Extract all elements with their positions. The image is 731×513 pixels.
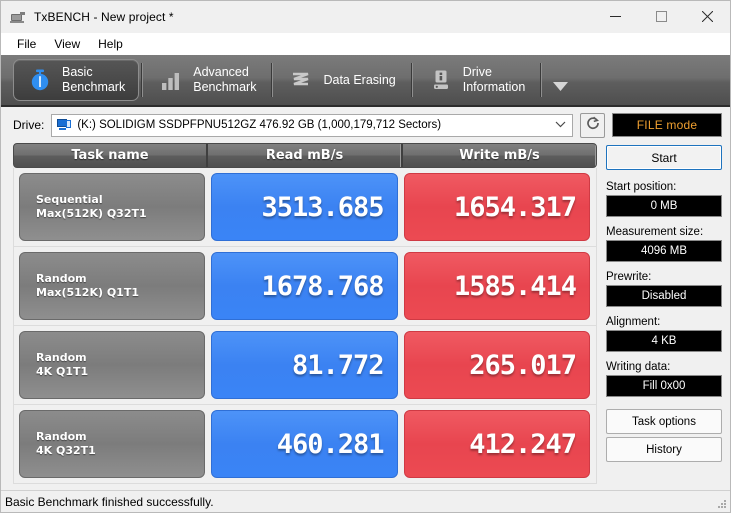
menu-item-view[interactable]: View (45, 35, 89, 53)
tab-label-line2: Benchmark (62, 80, 126, 94)
measurement-size-label: Measurement size: (606, 226, 704, 238)
tab-basic-benchmark[interactable]: Basic Benchmark (13, 59, 140, 101)
prewrite-label: Prewrite: (606, 271, 652, 283)
header-task-name: Task name (71, 148, 149, 163)
write-value: 412.247 (403, 410, 590, 478)
task-name-line2: 4K Q1T1 (36, 365, 89, 378)
tab-drive-information-label: Drive Information (463, 65, 526, 95)
table-row: Random 4K Q1T1 81.772 265.017 (13, 326, 597, 405)
task-name-line1: Sequential (36, 193, 103, 206)
writing-data-value[interactable]: Fill 0x00 (606, 375, 722, 397)
eraser-wave-icon (288, 67, 314, 93)
read-value: 81.772 (211, 331, 398, 399)
chevron-down-icon (555, 120, 568, 130)
task-options-button[interactable]: Task options (606, 409, 722, 434)
maximize-button[interactable] (638, 1, 684, 32)
read-value: 1678.768 (211, 252, 398, 320)
drive-selection-row: Drive: (K:) SOLIDIGM SSDPFPNU512GZ 476.9… (1, 107, 730, 143)
results-table: Task name Read mB/s Write mB/s Sequentia… (13, 143, 597, 484)
chevron-down-icon (552, 79, 569, 97)
task-name-line2: 4K Q32T1 (36, 444, 96, 457)
task-name-line2: Max(512K) Q32T1 (36, 207, 147, 220)
app-icon (10, 9, 26, 25)
tab-drive-information[interactable]: Drive Information (415, 59, 539, 101)
bar-chart-icon (158, 67, 184, 93)
task-name-button[interactable]: Sequential Max(512K) Q32T1 (19, 173, 205, 241)
status-bar: Basic Benchmark finished successfully. (1, 490, 730, 512)
start-button[interactable]: Start (606, 145, 722, 170)
task-name-button[interactable]: Random Max(512K) Q1T1 (19, 252, 205, 320)
history-button[interactable]: History (606, 437, 722, 462)
read-value: 460.281 (211, 410, 398, 478)
tab-separator-3 (410, 63, 413, 97)
drive-info-icon (428, 67, 454, 93)
menu-bar: File View Help (1, 33, 730, 55)
tab-separator-2 (271, 63, 274, 97)
drive-select[interactable]: (K:) SOLIDIGM SSDPFPNU512GZ 476.92 GB (1… (51, 113, 573, 137)
drive-icon (57, 119, 72, 131)
settings-panel: Start Start position: 0 MB Measurement s… (606, 143, 722, 484)
stopwatch-icon (27, 67, 53, 93)
write-value: 265.017 (403, 331, 590, 399)
task-name-line1: Random (36, 272, 87, 285)
tab-separator-1 (141, 63, 144, 97)
close-button[interactable] (684, 1, 730, 32)
tab-label-line1: Advanced (193, 65, 249, 79)
task-name-line1: Random (36, 430, 87, 443)
resize-grip[interactable] (715, 496, 727, 508)
task-name-button[interactable]: Random 4K Q32T1 (19, 410, 205, 478)
tab-basic-benchmark-label: Basic Benchmark (62, 65, 125, 95)
alignment-value[interactable]: 4 KB (606, 330, 722, 352)
window-title: TxBENCH - New project * (34, 10, 174, 24)
measurement-size-value[interactable]: 4096 MB (606, 240, 722, 262)
table-row: Sequential Max(512K) Q32T1 3513.685 1654… (13, 168, 597, 247)
results-header-row: Task name Read mB/s Write mB/s (13, 143, 597, 168)
task-name-line2: Max(512K) Q1T1 (36, 286, 139, 299)
start-position-value[interactable]: 0 MB (606, 195, 722, 217)
write-value: 1654.317 (403, 173, 590, 241)
drive-select-value: (K:) SOLIDIGM SSDPFPNU512GZ 476.92 GB (1… (77, 119, 442, 131)
drive-label: Drive: (13, 118, 45, 132)
file-mode-button[interactable]: FILE mode (612, 113, 722, 137)
task-name-button[interactable]: Random 4K Q1T1 (19, 331, 205, 399)
menu-item-file[interactable]: File (8, 35, 45, 53)
writing-data-label: Writing data: (606, 361, 671, 373)
table-row: Random 4K Q32T1 460.281 412.247 (13, 405, 597, 484)
title-bar: TxBENCH - New project * (1, 1, 730, 33)
tab-data-erasing-label: Data Erasing (323, 73, 395, 88)
task-name-line1: Random (36, 351, 87, 364)
tab-label-line1: Basic (62, 65, 93, 79)
tab-overflow-button[interactable] (552, 59, 569, 101)
minimize-button[interactable] (592, 1, 638, 32)
read-value: 3513.685 (211, 173, 398, 241)
window-controls (592, 1, 730, 33)
tab-advanced-benchmark-label: Advanced Benchmark (193, 65, 256, 95)
prewrite-value[interactable]: Disabled (606, 285, 722, 307)
refresh-icon (585, 115, 601, 136)
tab-data-erasing[interactable]: Data Erasing (275, 59, 408, 101)
txbench-window: TxBENCH - New project * File View Help B… (0, 0, 731, 513)
menu-item-help[interactable]: Help (89, 35, 132, 53)
tab-label-line1: Data Erasing (323, 72, 396, 87)
alignment-label: Alignment: (606, 316, 661, 328)
header-read-speed: Read mB/s (206, 144, 401, 167)
main-body: Task name Read mB/s Write mB/s Sequentia… (1, 143, 730, 484)
tab-separator-4 (540, 63, 543, 97)
table-row: Random Max(512K) Q1T1 1678.768 1585.414 (13, 247, 597, 326)
write-value: 1585.414 (403, 252, 590, 320)
tab-advanced-benchmark[interactable]: Advanced Benchmark (145, 59, 269, 101)
tab-strip: Basic Benchmark Advanced Benchmark Data … (1, 55, 730, 107)
tab-label-line1: Drive (462, 65, 492, 79)
refresh-button[interactable] (580, 112, 605, 138)
start-position-label: Start position: (606, 181, 677, 193)
header-write-speed: Write mB/s (401, 144, 596, 167)
tab-label-line2: Benchmark (193, 80, 257, 94)
tab-label-line2: Information (462, 80, 526, 94)
status-message: Basic Benchmark finished successfully. (5, 494, 214, 509)
